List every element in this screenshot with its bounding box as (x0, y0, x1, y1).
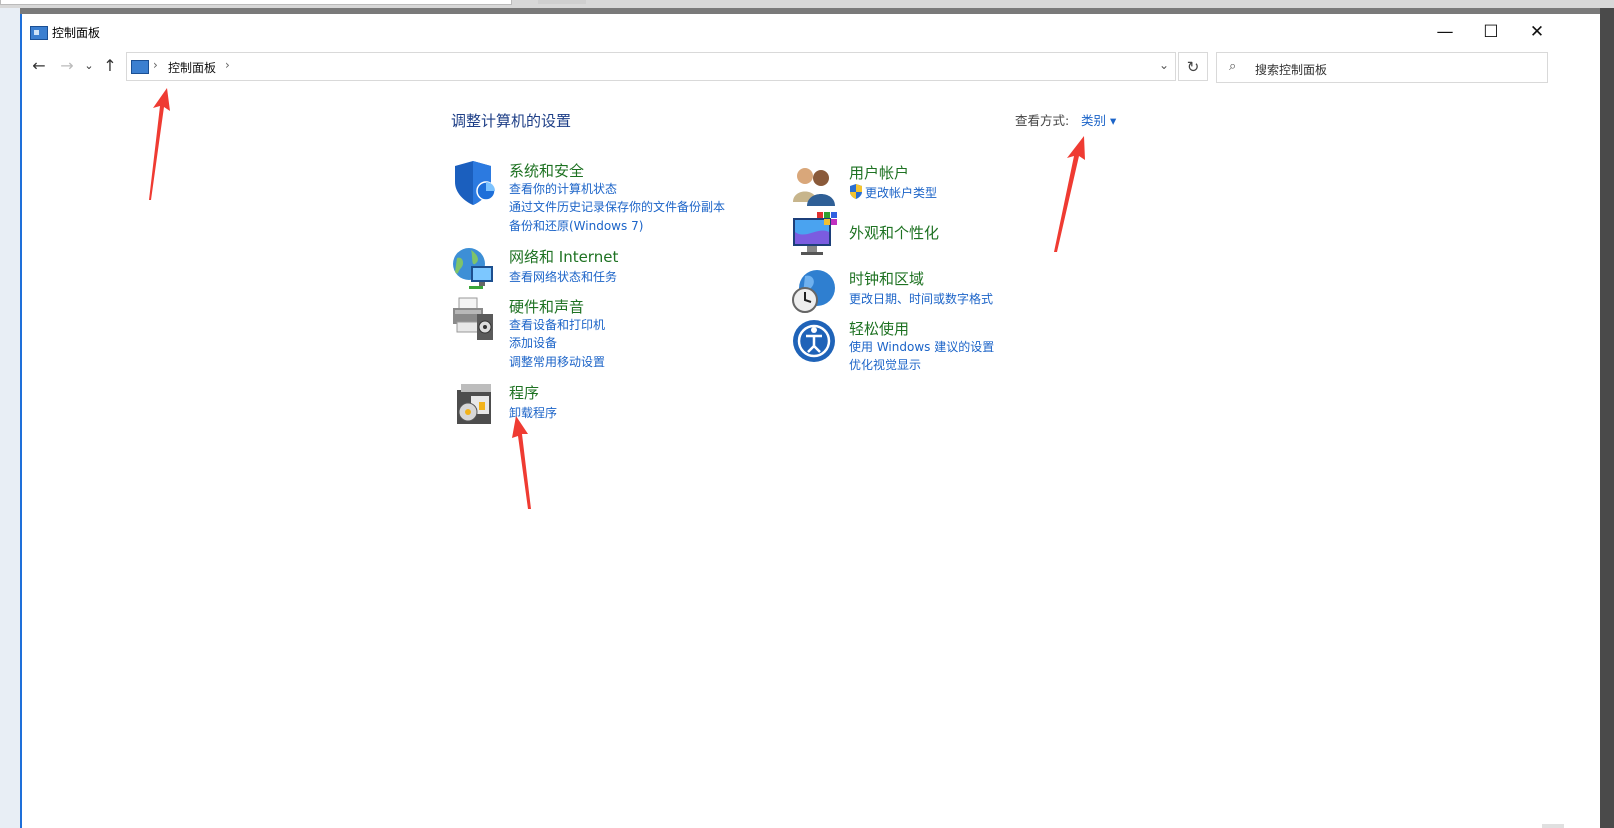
link-change-account-type[interactable]: 更改帐户类型 (865, 184, 937, 201)
annotation-arrow-icon (149, 88, 170, 200)
system-security-title[interactable]: 系统和安全 (509, 160, 584, 181)
view-by-label: 查看方式: (1015, 113, 1070, 128)
control-panel-icon (30, 26, 48, 40)
link-network-status[interactable]: 查看网络状态和任务 (509, 268, 617, 285)
control-panel-icon (131, 60, 149, 74)
background-field (0, 0, 512, 5)
window-title: 控制面板 (52, 26, 101, 40)
printer-icon[interactable] (451, 296, 497, 342)
programs-title[interactable]: 程序 (509, 382, 539, 403)
link-change-date-time[interactable]: 更改日期、时间或数字格式 (849, 290, 993, 307)
background-tab (538, 0, 586, 4)
shield-icon[interactable] (451, 160, 497, 206)
page-title: 调整计算机的设置 (451, 112, 572, 130)
users-icon[interactable] (791, 162, 837, 208)
breadcrumb-control-panel[interactable]: 控制面板 (168, 59, 216, 76)
annotation-arrow-icon (1054, 136, 1085, 252)
maximize-button[interactable]: ☐ (1468, 14, 1514, 46)
appearance-title[interactable]: 外观和个性化 (849, 222, 939, 243)
breadcrumb-separator-icon[interactable]: › (225, 58, 230, 72)
link-optimize-display[interactable]: 优化视觉显示 (849, 356, 921, 373)
search-icon: ⌕ (1229, 59, 1237, 74)
forward-button[interactable]: → (56, 50, 78, 82)
link-backup-restore[interactable]: 备份和还原(Windows 7) (509, 217, 643, 234)
monitor-palette-icon[interactable] (791, 212, 837, 258)
recent-locations-button[interactable]: ⌄ (82, 50, 96, 82)
hardware-sound-title[interactable]: 硬件和声音 (509, 296, 584, 317)
clock-globe-icon[interactable] (791, 268, 837, 314)
link-view-computer-status[interactable]: 查看你的计算机状态 (509, 180, 617, 197)
back-button[interactable]: ← (28, 50, 50, 82)
ease-of-access-icon[interactable] (791, 318, 837, 364)
clock-region-title[interactable]: 时钟和区域 (849, 268, 924, 289)
link-add-device[interactable]: 添加设备 (509, 334, 557, 351)
search-box[interactable]: ⌕ 搜索控制面板 (1216, 52, 1548, 83)
background-left-strip (0, 8, 20, 828)
scrollbar-grip[interactable] (1542, 824, 1564, 828)
search-input[interactable]: 搜索控制面板 (1255, 61, 1327, 78)
close-button[interactable]: ✕ (1514, 14, 1560, 46)
view-by-dropdown[interactable]: 类别 ▾ (1081, 110, 1116, 129)
link-mobility-settings[interactable]: 调整常用移动设置 (509, 353, 605, 370)
user-accounts-title[interactable]: 用户帐户 (849, 162, 909, 183)
refresh-button[interactable]: ↻ (1178, 52, 1208, 81)
background-top-strip (0, 0, 1614, 8)
link-devices-printers[interactable]: 查看设备和打印机 (509, 316, 605, 333)
minimize-button[interactable]: — (1422, 14, 1468, 46)
address-dropdown-icon[interactable]: ⌄ (1159, 58, 1169, 72)
link-file-history-backup[interactable]: 通过文件历史记录保存你的文件备份副本 (509, 198, 725, 215)
title-bar: 控制面板 — ☐ ✕ (22, 14, 1600, 46)
navigation-bar: ← → ⌄ ↑ › 控制面板 › ⌄ ↻ ⌕ 搜索控制面板 (22, 50, 1600, 84)
programs-icon[interactable] (451, 382, 497, 428)
up-button[interactable]: ↑ (100, 50, 120, 82)
annotation-arrow-icon (512, 416, 531, 509)
control-panel-window: 控制面板 — ☐ ✕ ← → ⌄ ↑ › 控制面板 › ⌄ ↻ ⌕ 搜索控制面板… (20, 14, 1600, 828)
breadcrumb-separator-icon[interactable]: › (153, 58, 158, 72)
network-internet-title[interactable]: 网络和 Internet (509, 246, 618, 267)
network-globe-icon[interactable] (451, 246, 497, 292)
background-right-strip (1600, 8, 1614, 828)
address-bar[interactable]: › 控制面板 › ⌄ (126, 52, 1176, 81)
ease-of-access-title[interactable]: 轻松使用 (849, 318, 909, 339)
link-recommended-settings[interactable]: 使用 Windows 建议的设置 (849, 338, 994, 355)
uac-shield-icon (850, 184, 862, 199)
